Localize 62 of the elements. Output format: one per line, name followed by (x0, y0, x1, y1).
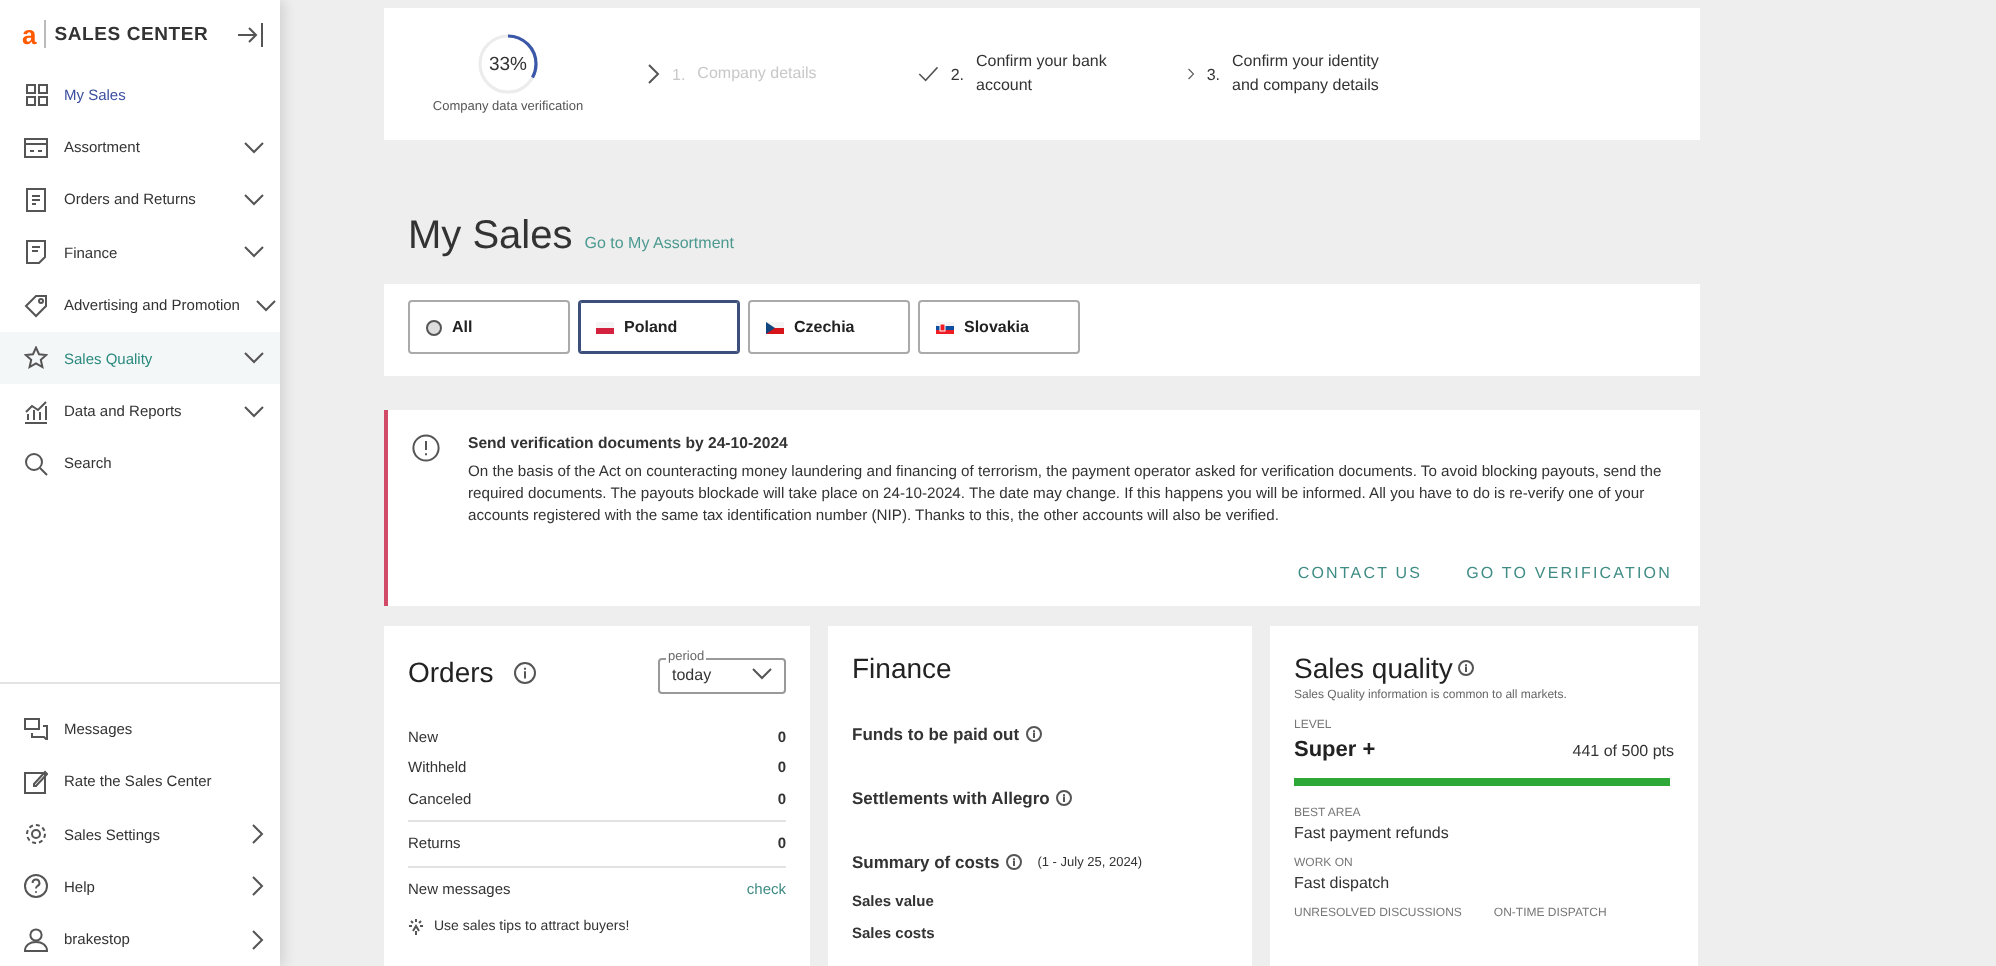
document-icon (26, 187, 46, 212)
tag-icon (24, 293, 48, 318)
market-tab[interactable]: Czechia (748, 300, 910, 354)
chevron-down-icon (244, 193, 264, 206)
card-title: Orders (408, 656, 494, 689)
flag-icon (936, 321, 954, 333)
app-title: SALES CENTER (54, 23, 211, 45)
points-text: 441 of 500 pts (1572, 742, 1674, 760)
chevron-down-icon (244, 141, 264, 154)
field-value: Fast payment refunds (1294, 824, 1451, 842)
flag-icon (596, 321, 614, 333)
flag-icon (766, 321, 784, 333)
alert-action-link[interactable]: CONTACT US (1297, 564, 1423, 582)
edit-icon (24, 769, 48, 794)
card-title: Finance (852, 652, 954, 684)
info-icon (1005, 854, 1022, 870)
info-icon (1055, 790, 1072, 806)
check-icon (918, 64, 939, 84)
chat-bubbles-icon (24, 717, 48, 740)
warning-icon (412, 434, 440, 462)
chevron-down-icon (244, 352, 264, 365)
field-value: Fast dispatch (1294, 874, 1392, 892)
section-title: Settlements with Allegro (852, 788, 1050, 808)
market-tab[interactable]: Slovakia (918, 300, 1080, 354)
invoice-icon (26, 240, 46, 265)
info-icon (513, 661, 536, 684)
calendar-icon (24, 136, 48, 159)
progress-percent: 33% (488, 53, 527, 75)
info-icon (1025, 726, 1042, 742)
star-icon (24, 346, 48, 371)
chevron-right-icon (252, 876, 264, 897)
chevron-right-icon (648, 64, 660, 84)
market-tab[interactable]: All (408, 300, 570, 354)
market-tab[interactable]: Poland (578, 300, 740, 354)
step-number: 2. (950, 65, 964, 83)
chevron-down-icon (244, 405, 264, 418)
user-icon (24, 927, 48, 952)
chevron-down-icon (244, 246, 264, 259)
step-label[interactable]: Confirm your identity and company details (1232, 50, 1398, 98)
grid-icon (25, 83, 47, 106)
chevron-right-icon (252, 824, 264, 845)
settings-icon (24, 822, 48, 847)
page-title: My Sales (408, 214, 573, 260)
section-title: Funds to be paid out (852, 724, 1020, 744)
level-name: Super + (1294, 738, 1376, 762)
chevron-down-icon (255, 299, 276, 312)
chevron-right-icon (1188, 64, 1195, 84)
chevron-down-icon (752, 668, 772, 680)
chevron-right-icon (252, 929, 264, 950)
card-title: Sales quality (1294, 652, 1453, 684)
help-icon (24, 874, 48, 899)
step-number: 3. (1206, 65, 1221, 83)
chart-icon (24, 399, 48, 424)
globe-icon (426, 319, 442, 335)
alert-action-link[interactable]: GO TO VERIFICATION (1466, 564, 1672, 582)
collapse-button[interactable] (236, 21, 264, 47)
info-icon (1458, 660, 1475, 676)
logo-mark: a (22, 19, 37, 49)
section-title: Summary of costs (852, 852, 1000, 872)
collapse-icon (236, 21, 264, 47)
search-icon (24, 451, 48, 476)
step-label[interactable]: Confirm your bank account (976, 50, 1128, 98)
